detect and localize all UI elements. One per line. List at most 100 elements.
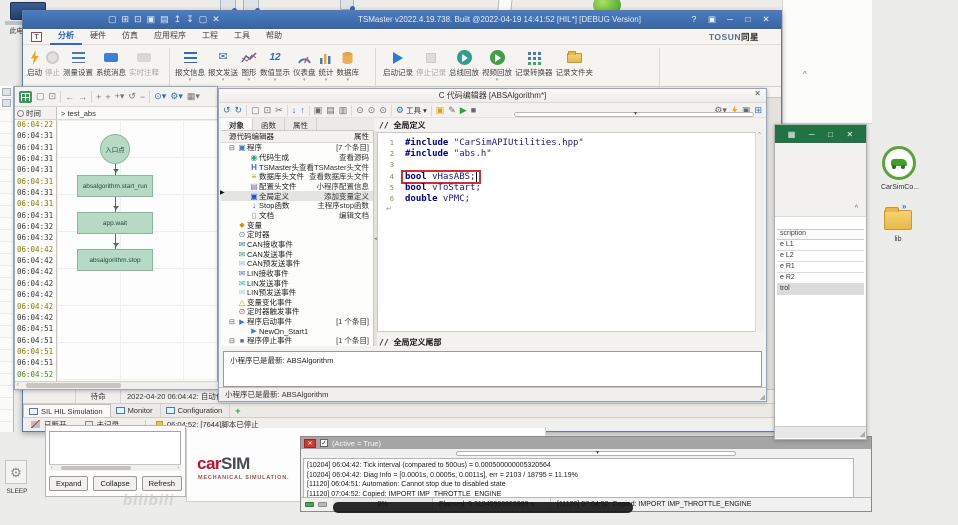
help-button[interactable]: ?: [689, 14, 699, 25]
tree-row[interactable]: ⊟ 程序启动事件 [1 个条目]: [221, 317, 373, 327]
excel-minimize-icon[interactable]: ─: [809, 130, 815, 139]
timestamp-row[interactable]: 06:04:51: [15, 324, 56, 335]
run-mode-icon[interactable]: ⊙▾: [154, 91, 166, 102]
stop-button[interactable]: 停止: [45, 46, 60, 78]
timestamp-row[interactable]: 06:04:31: [15, 199, 56, 210]
start-record-button[interactable]: 启动记录: [383, 46, 413, 78]
gear-icon[interactable]: ⚙▾: [170, 91, 183, 102]
cut-icon[interactable]: ✂: [275, 105, 283, 116]
export-icon[interactable]: ↧: [186, 14, 194, 25]
app-logo-icon[interactable]: T: [31, 32, 42, 42]
move-up-icon[interactable]: ↑: [300, 105, 305, 115]
timestamp-row[interactable]: 06:04:51: [15, 336, 56, 347]
timestamp-row[interactable]: 06:04:22: [15, 120, 56, 131]
search-icon[interactable]: ⊙: [356, 105, 364, 116]
remove-icon[interactable]: −: [140, 92, 145, 102]
stop-icon[interactable]: ■: [471, 105, 476, 115]
back-icon[interactable]: ←: [65, 92, 74, 102]
carsim-h-scrollbar[interactable]: ‹›: [49, 464, 181, 471]
add-icon[interactable]: +: [105, 92, 110, 102]
add-tab-button[interactable]: +: [230, 404, 247, 417]
excel-menu-icon[interactable]: ▦: [788, 130, 796, 139]
tab-properties[interactable]: 属性: [285, 118, 317, 130]
tree-row[interactable]: LIN发送事件: [221, 278, 373, 288]
run-icon[interactable]: ▶: [460, 105, 467, 116]
open-icon[interactable]: ⊡: [134, 14, 142, 25]
save-icon[interactable]: ▣: [147, 14, 156, 25]
code-line[interactable]: 5bool vToStart;: [378, 182, 760, 193]
timestamp-row[interactable]: 06:04:51: [15, 358, 56, 369]
code-line[interactable]: 1#include "CarSimAPIUtilities.hpp": [378, 137, 760, 148]
redo-icon[interactable]: ↻: [235, 105, 243, 116]
tab-functions[interactable]: 函数: [253, 118, 285, 130]
close-button[interactable]: ✕: [761, 14, 771, 25]
stop-record-button[interactable]: 停止记录: [416, 46, 446, 78]
tree-row[interactable]: 定时器: [221, 230, 373, 240]
panel-icon[interactable]: [2, 88, 11, 96]
grid-icon[interactable]: [19, 91, 32, 103]
code-vertical-scrollbar[interactable]: ^: [755, 132, 763, 332]
system-message-button[interactable]: 系统消息: [96, 46, 126, 78]
timestamp-row[interactable]: 06:04:31: [15, 211, 56, 222]
minimize-button[interactable]: ─: [725, 14, 735, 25]
tree-row[interactable]: LIN接收事件: [221, 269, 373, 279]
find-next-icon[interactable]: ⊙: [368, 105, 376, 116]
timestamp-row[interactable]: 06:04:42: [15, 302, 56, 313]
editor-horizontal-scrollbar[interactable]: [514, 112, 754, 117]
save-icon[interactable]: ▤: [326, 105, 335, 116]
undo-icon[interactable]: ↺: [223, 105, 231, 116]
excel-table-row[interactable]: e R1: [777, 262, 864, 273]
record-folder-button[interactable]: 记录文件夹: [556, 46, 594, 78]
timestamp-list[interactable]: 06:04:2206:04:3106:04:3106:04:3106:04:31…: [15, 120, 57, 383]
tree-row[interactable]: CAN接收事件: [221, 240, 373, 250]
message-info-button[interactable]: 报文信息: [175, 46, 205, 82]
sleep-shortcut-icon[interactable]: ⚙: [5, 460, 27, 484]
console-close-icon[interactable]: ✕: [304, 439, 316, 448]
save-as-icon[interactable]: ▥: [339, 105, 348, 116]
message-send-button[interactable]: ✉报文发送: [208, 46, 238, 82]
title-bar[interactable]: ▢ ⊞ ⊡ ▣ ▤ ↥ ↧ ▢ ✕ TSMaster v2022.4.19.73…: [23, 11, 781, 29]
active-checkbox[interactable]: ✓: [320, 439, 328, 447]
numeric-display-button[interactable]: 12数值显示: [260, 46, 290, 82]
tools-button[interactable]: ⚙工具▾: [396, 105, 427, 116]
menu-tab[interactable]: 硬件: [82, 28, 114, 45]
maximize-button[interactable]: □: [743, 14, 753, 25]
carsim-shortcut-icon[interactable]: [882, 146, 916, 180]
tab-configuration[interactable]: Configuration: [161, 404, 231, 417]
save-all-icon[interactable]: ▤: [160, 14, 169, 25]
menu-tab[interactable]: 工程: [194, 28, 226, 45]
tab-sil-hil-simulation[interactable]: SIL HIL Simulation: [23, 404, 111, 417]
code-line[interactable]: 6double vPMC;: [378, 193, 760, 204]
add-icon[interactable]: +: [96, 92, 101, 102]
timestamp-row[interactable]: 06:04:31: [15, 143, 56, 154]
timestamp-row[interactable]: 06:04:31: [15, 188, 56, 199]
excel-close-icon[interactable]: ✕: [846, 130, 853, 139]
code-line[interactable]: 2#include "abs.h": [378, 148, 760, 159]
tree-row[interactable]: ⊟ 程序停止事件 [1 个条目]: [221, 336, 373, 346]
realtime-comment-button[interactable]: 实时注释: [129, 46, 159, 78]
close-panel-icon[interactable]: ✕: [212, 14, 220, 25]
folder-icon[interactable]: ▣: [436, 105, 445, 116]
import-icon[interactable]: ↥: [174, 14, 182, 25]
excel-table-row[interactable]: e R2: [777, 273, 864, 284]
flow-entry-node[interactable]: 入口点: [100, 134, 130, 164]
timestamp-row[interactable]: 06:04:52: [15, 370, 56, 381]
code-area[interactable]: 1#include "CarSimAPIUtilities.hpp" 2#inc…: [377, 132, 761, 332]
measure-settings-button[interactable]: 测量设置: [63, 46, 93, 78]
carsim-button[interactable]: Expand: [49, 476, 88, 491]
editor-title-bar[interactable]: C 代码编辑器 [ABSAlgorithm*]: [219, 89, 766, 103]
tree-row[interactable]: 变量: [221, 220, 373, 230]
menu-tab[interactable]: 仿真: [114, 28, 146, 45]
editor-close-icon[interactable]: ✕: [754, 89, 761, 98]
statistics-button[interactable]: 统计: [319, 46, 334, 82]
excel-table-row[interactable]: e L1: [777, 240, 864, 251]
console-slider[interactable]: [456, 451, 736, 456]
dashboard-button[interactable]: 仪表盘: [293, 46, 316, 82]
carsim-button[interactable]: Refresh: [142, 476, 182, 491]
new-window-icon[interactable]: ⊞: [122, 14, 130, 25]
desktop-shortcut-icon[interactable]: [340, 0, 354, 10]
video-replay-button[interactable]: 视频回放: [482, 46, 512, 82]
start-button[interactable]: 启动: [27, 46, 42, 78]
new-doc-icon[interactable]: ▢: [36, 91, 45, 102]
edit-icon[interactable]: ✎: [448, 105, 456, 116]
